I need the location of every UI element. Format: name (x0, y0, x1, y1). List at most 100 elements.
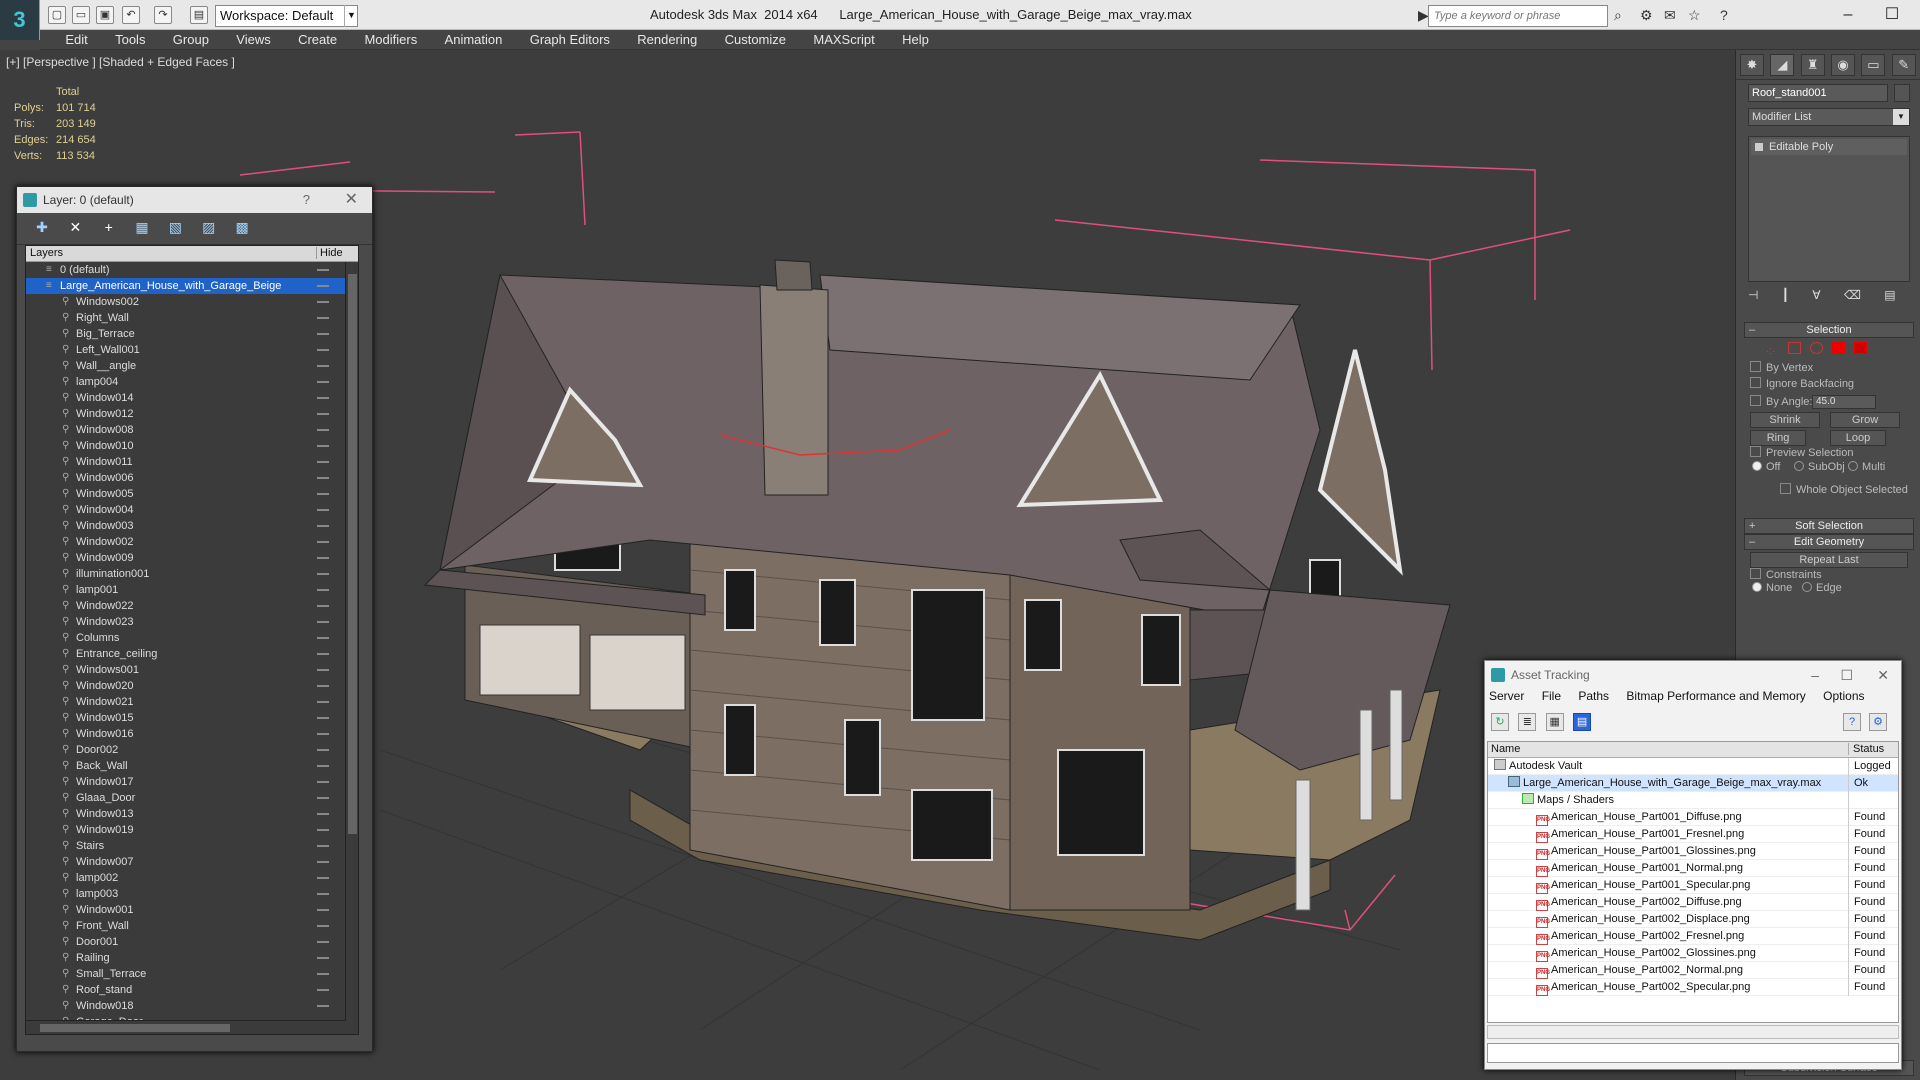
delete-layer-icon[interactable]: ✕ (64, 219, 86, 239)
object-row[interactable]: ⚲ Stairs (26, 838, 358, 854)
maximize-button[interactable]: ☐ (1870, 3, 1914, 27)
object-row[interactable]: ⚲ Railing (26, 950, 358, 966)
hide-toggle[interactable] (317, 989, 329, 991)
object-row[interactable]: ⚲ Window010 (26, 438, 358, 454)
object-row[interactable]: ⚲ Glaaa_Door (26, 790, 358, 806)
column-name[interactable]: Name (1491, 743, 1520, 755)
project-folder-icon[interactable]: ▤ (190, 6, 208, 24)
asset-row[interactable]: PNGAmerican_House_Part001_Normal.png Foun… (1488, 860, 1898, 877)
object-row[interactable]: ⚲ Window005 (26, 486, 358, 502)
object-row[interactable]: ⚲ Window007 (26, 854, 358, 870)
menu-rendering[interactable]: Rendering (625, 30, 709, 50)
vertical-scrollbar[interactable] (345, 262, 358, 1022)
edit-geometry-rollout[interactable]: – Edit Geometry (1744, 534, 1914, 550)
asset-row[interactable]: Autodesk Vault Logged (1488, 758, 1898, 775)
element-icon[interactable] (1854, 342, 1867, 354)
object-row[interactable]: ⚲ Window015 (26, 710, 358, 726)
menu-modifiers[interactable]: Modifiers (352, 30, 429, 50)
asset-path-field[interactable] (1487, 1043, 1899, 1063)
close-icon[interactable]: ✕ (345, 187, 358, 213)
hide-toggle[interactable] (317, 829, 329, 831)
asset-tracking-title-bar[interactable]: Asset Tracking – ☐ ✕ (1485, 661, 1901, 689)
list-view-icon[interactable]: ≣ (1518, 713, 1537, 731)
hide-toggle[interactable] (317, 317, 329, 319)
object-row[interactable]: ⚲ Columns (26, 630, 358, 646)
modifier-list-dropdown[interactable]: Modifier List ▼ (1748, 108, 1910, 126)
asset-row[interactable]: PNGAmerican_House_Part002_Glossines.png F… (1488, 945, 1898, 962)
hide-toggle[interactable] (317, 765, 329, 767)
object-row[interactable]: ⚲ Window006 (26, 470, 358, 486)
menu-paths[interactable]: Paths (1578, 689, 1609, 703)
communication-icon[interactable]: ✉ (1664, 7, 1676, 24)
object-row[interactable]: ⚲ Window023 (26, 614, 358, 630)
open-file-icon[interactable]: ▭ (72, 6, 90, 24)
object-row[interactable]: ⚲ Entrance_ceiling (26, 646, 358, 662)
column-layers[interactable]: Layers (30, 247, 63, 259)
loop-button[interactable]: Loop (1830, 430, 1886, 446)
hide-toggle[interactable] (317, 445, 329, 447)
asset-row[interactable]: PNGAmerican_House_Part002_Diffuse.png Fou… (1488, 894, 1898, 911)
hide-toggle[interactable] (317, 941, 329, 943)
hide-toggle[interactable] (317, 669, 329, 671)
hide-all-icon[interactable]: ▨ (198, 219, 220, 239)
hide-toggle[interactable] (317, 813, 329, 815)
asset-row[interactable]: PNGAmerican_House_Part001_Fresnel.png Fou… (1488, 826, 1898, 843)
scroll-thumb[interactable] (40, 1024, 230, 1032)
object-row[interactable]: ⚲ Window016 (26, 726, 358, 742)
menu-file[interactable]: File (1542, 689, 1561, 703)
hide-toggle[interactable] (317, 749, 329, 751)
ring-button[interactable]: Ring (1750, 430, 1806, 446)
horizontal-scrollbar[interactable] (1487, 1025, 1899, 1039)
new-file-icon[interactable]: ▢ (48, 6, 66, 24)
hide-toggle[interactable] (317, 1005, 329, 1007)
hide-toggle[interactable] (317, 525, 329, 527)
object-row[interactable]: ⚲ lamp002 (26, 870, 358, 886)
hide-toggle[interactable] (317, 877, 329, 879)
hide-toggle[interactable] (317, 573, 329, 575)
hide-toggle[interactable] (317, 733, 329, 735)
asset-row[interactable]: PNGAmerican_House_Part002_Normal.png Foun… (1488, 962, 1898, 979)
settings-icon[interactable]: ⚙ (1869, 713, 1887, 731)
close-button[interactable]: ✕ (1877, 661, 1889, 689)
hide-toggle[interactable] (317, 429, 329, 431)
menu-create[interactable]: Create (286, 30, 349, 50)
object-row[interactable]: ⚲ Window021 (26, 694, 358, 710)
hide-toggle[interactable] (317, 701, 329, 703)
horizontal-scrollbar[interactable] (26, 1020, 346, 1034)
asset-row[interactable]: Large_American_House_with_Garage_Beige_m… (1488, 775, 1898, 792)
object-row[interactable]: ⚲ Small_Terrace (26, 966, 358, 982)
menu-help[interactable]: Help (890, 30, 941, 50)
border-icon[interactable] (1810, 342, 1823, 354)
maximize-button[interactable]: ☐ (1840, 661, 1853, 689)
preview-off-radio[interactable]: Off (1752, 461, 1780, 473)
menu-edit[interactable]: Edit (53, 30, 99, 50)
show-end-result-icon[interactable]: ┃ (1782, 288, 1789, 302)
hide-toggle[interactable] (317, 717, 329, 719)
create-tab-icon[interactable]: ✸ (1740, 54, 1764, 76)
object-row[interactable]: ⚲ Window022 (26, 598, 358, 614)
repeat-last-button[interactable]: Repeat Last (1750, 552, 1908, 568)
menu-animation[interactable]: Animation (433, 30, 515, 50)
help-icon[interactable]: ? (1720, 7, 1728, 23)
make-unique-icon[interactable]: ∀ (1812, 288, 1820, 302)
hide-toggle[interactable] (317, 781, 329, 783)
object-row[interactable]: ⚲ Door001 (26, 934, 358, 950)
preview-multi-radio[interactable]: Multi (1848, 461, 1885, 473)
highlight-layer-icon[interactable]: ▧ (164, 219, 186, 239)
hide-toggle[interactable] (317, 925, 329, 927)
menu-maxscript[interactable]: MAXScript (801, 30, 886, 50)
chevron-down-icon[interactable]: ▼ (344, 5, 358, 27)
object-row[interactable]: ⚲ Wall__angle (26, 358, 358, 374)
object-row[interactable]: ⚲ Back_Wall (26, 758, 358, 774)
hide-toggle[interactable] (317, 653, 329, 655)
redo-icon[interactable]: ↷ (154, 6, 172, 24)
asset-row[interactable]: PNGAmerican_House_Part001_Glossines.png F… (1488, 843, 1898, 860)
object-row[interactable]: ⚲ Left_Wall001 (26, 342, 358, 358)
object-row[interactable]: ⚲ Windows001 (26, 662, 358, 678)
pin-stack-icon[interactable]: ⊣ (1748, 288, 1758, 302)
subscription-icon[interactable]: ⚙ (1640, 7, 1653, 24)
object-row[interactable]: ⚲ Windows002 (26, 294, 358, 310)
grow-button[interactable]: Grow (1830, 412, 1900, 428)
hide-toggle[interactable] (317, 685, 329, 687)
hide-toggle[interactable] (317, 861, 329, 863)
